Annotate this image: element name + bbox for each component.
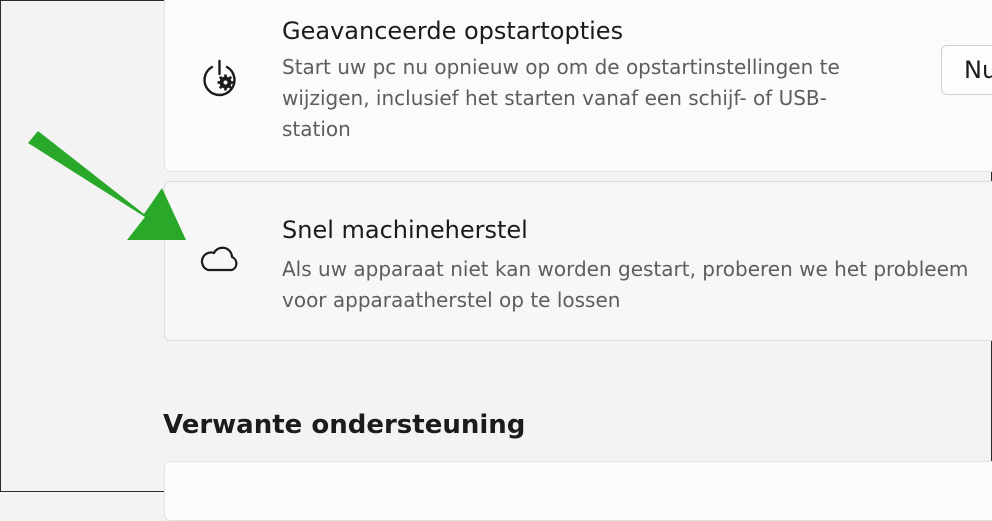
description-line: station: [282, 117, 351, 141]
quick-machine-recovery-title: Snel machineherstel: [282, 216, 528, 244]
related-support-heading: Verwante ondersteuning: [163, 410, 526, 440]
advanced-startup-description: Start uw pc nu opnieuw op om de opstarti…: [282, 52, 840, 145]
cloud-icon: [200, 243, 242, 277]
advanced-startup-card: Geavanceerde opstartopties Start uw pc n…: [164, 0, 992, 172]
settings-recovery-page: { "recovery_options": { "advanced_startu…: [0, 0, 992, 521]
advanced-startup-title: Geavanceerde opstartopties: [282, 17, 624, 45]
description-line: Als uw apparaat niet kan worden gestart,…: [282, 257, 969, 281]
description-line: Start uw pc nu opnieuw op om de opstarti…: [282, 55, 840, 79]
power-gear-icon: [200, 59, 240, 103]
quick-machine-recovery-card[interactable]: Snel machineherstel Als uw apparaat niet…: [164, 181, 992, 341]
arrow-shape: [28, 131, 186, 240]
description-line: voor apparaatherstel op te lossen: [282, 288, 621, 312]
related-support-card: [164, 461, 992, 521]
quick-machine-recovery-description: Als uw apparaat niet kan worden gestart,…: [282, 254, 968, 316]
description-line: wijzigen, inclusief het starten vanaf ee…: [282, 86, 827, 110]
restart-now-button[interactable]: Nu: [941, 45, 992, 95]
restart-now-button-label: Nu: [964, 56, 992, 84]
green-arrow-icon: [1, 1, 201, 255]
